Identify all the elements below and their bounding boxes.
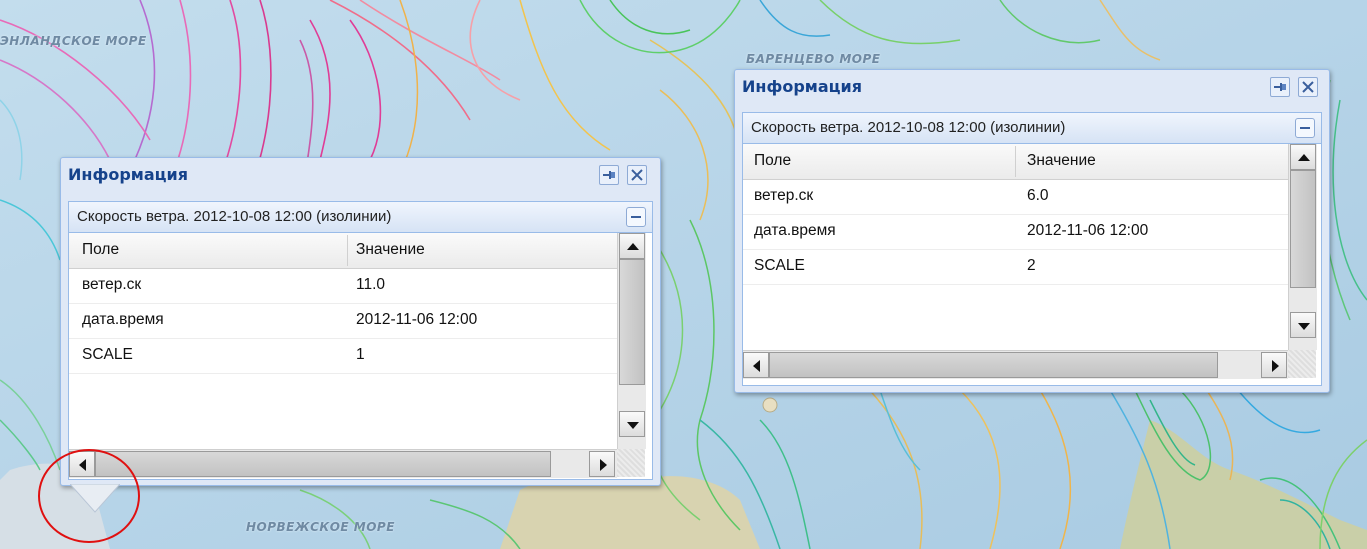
column-header-value[interactable]: Значение — [1027, 152, 1096, 170]
sea-label-barents: БАРЕНЦЕВО МОРЕ — [746, 52, 881, 66]
field-cell: ветер.ск — [754, 187, 814, 204]
layer-panel: Скорость ветра. 2012-10-08 12:00 (изолин… — [68, 201, 653, 480]
scroll-corner — [617, 449, 645, 477]
field-cell: SCALE — [82, 346, 133, 363]
layer-panel-header[interactable]: Скорость ветра. 2012-10-08 12:00 (изолин… — [69, 202, 652, 233]
pin-icon — [1274, 83, 1286, 91]
scroll-down-button[interactable] — [1290, 312, 1316, 338]
arrow-right-icon — [600, 459, 607, 471]
popup-header[interactable]: Информация — [735, 70, 1329, 100]
table-row[interactable]: дата.время 2012-11-06 12:00 — [69, 304, 617, 339]
arrow-up-icon — [1298, 154, 1310, 161]
pin-button[interactable] — [1270, 77, 1290, 97]
table-row[interactable]: SCALE 1 — [69, 339, 617, 374]
field-cell: SCALE — [754, 257, 805, 274]
column-header-value[interactable]: Значение — [356, 241, 425, 259]
layer-panel: Скорость ветра. 2012-10-08 12:00 (изолин… — [742, 112, 1322, 386]
grid-header: Поле Значение — [743, 144, 1288, 180]
attribute-grid: Поле Значение ветер.ск 6.0 дата.время 20… — [743, 144, 1288, 350]
highlight-circle — [38, 449, 140, 543]
arrow-down-icon — [627, 422, 639, 429]
scroll-down-button[interactable] — [619, 411, 645, 437]
table-row[interactable]: SCALE 2 — [743, 250, 1288, 285]
scroll-right-button[interactable] — [1261, 352, 1287, 378]
horizontal-scroll-thumb[interactable] — [769, 352, 1218, 378]
field-cell: дата.время — [754, 222, 836, 239]
horizontal-scroll-thumb[interactable] — [95, 451, 551, 477]
scroll-corner — [1288, 350, 1316, 378]
layer-panel-header[interactable]: Скорость ветра. 2012-10-08 12:00 (изолин… — [743, 113, 1321, 144]
vertical-scroll-thumb[interactable] — [619, 259, 645, 385]
grid-header: Поле Значение — [69, 233, 617, 269]
popup-title: Информация — [68, 165, 188, 184]
sea-label-greenland: ЭНЛАНДСКОЕ МОРЕ — [0, 34, 147, 48]
vertical-scrollbar[interactable] — [617, 233, 646, 449]
value-cell: 2012-11-06 12:00 — [356, 311, 478, 328]
popup-title: Информация — [742, 77, 862, 96]
field-cell: дата.время — [82, 311, 164, 328]
column-header-field[interactable]: Поле — [82, 241, 119, 259]
scroll-up-button[interactable] — [1290, 144, 1316, 170]
collapse-button[interactable] — [1295, 118, 1315, 138]
arrow-down-icon — [1298, 323, 1310, 330]
pin-button[interactable] — [599, 165, 619, 185]
arrow-right-icon — [1272, 360, 1279, 372]
value-cell: 2012-11-06 12:00 — [1027, 222, 1149, 239]
popup-header[interactable]: Информация — [61, 158, 660, 188]
field-cell: ветер.ск — [82, 276, 142, 293]
collapse-button[interactable] — [626, 207, 646, 227]
table-row[interactable]: ветер.ск 11.0 — [69, 269, 617, 304]
close-icon — [631, 169, 643, 181]
collapse-icon — [1300, 127, 1310, 129]
table-row[interactable]: дата.время 2012-11-06 12:00 — [743, 215, 1288, 250]
close-icon — [1302, 81, 1314, 93]
table-row[interactable]: ветер.ск 6.0 — [743, 180, 1288, 215]
vertical-scroll-thumb[interactable] — [1290, 170, 1316, 288]
scroll-right-button[interactable] — [589, 451, 615, 477]
arrow-left-icon — [753, 360, 760, 372]
arrow-up-icon — [627, 243, 639, 250]
horizontal-scrollbar[interactable] — [743, 350, 1288, 379]
attribute-grid: Поле Значение ветер.ск 11.0 дата.время 2… — [69, 233, 617, 449]
vertical-scrollbar[interactable] — [1288, 144, 1317, 350]
pin-icon — [603, 171, 615, 179]
value-cell: 2 — [1027, 257, 1036, 274]
layer-title: Скорость ветра. 2012-10-08 12:00 (изолин… — [77, 208, 392, 225]
scroll-left-button[interactable] — [743, 352, 769, 378]
info-popup-right: Информация Скорость ветра. 2012-10-08 12… — [734, 69, 1330, 393]
layer-title: Скорость ветра. 2012-10-08 12:00 (изолин… — [751, 119, 1066, 136]
value-cell: 6.0 — [1027, 187, 1049, 204]
value-cell: 1 — [356, 346, 365, 363]
close-button[interactable] — [1298, 77, 1318, 97]
horizontal-scrollbar[interactable] — [69, 449, 617, 478]
value-cell: 11.0 — [356, 276, 386, 293]
close-button[interactable] — [627, 165, 647, 185]
info-popup-left: Информация Скорость ветра. 2012-10-08 12… — [60, 157, 661, 486]
sea-label-norwegian: НОРВЕЖСКОЕ МОРЕ — [246, 520, 395, 534]
scroll-up-button[interactable] — [619, 233, 645, 259]
column-header-field[interactable]: Поле — [754, 152, 791, 170]
collapse-icon — [631, 216, 641, 218]
